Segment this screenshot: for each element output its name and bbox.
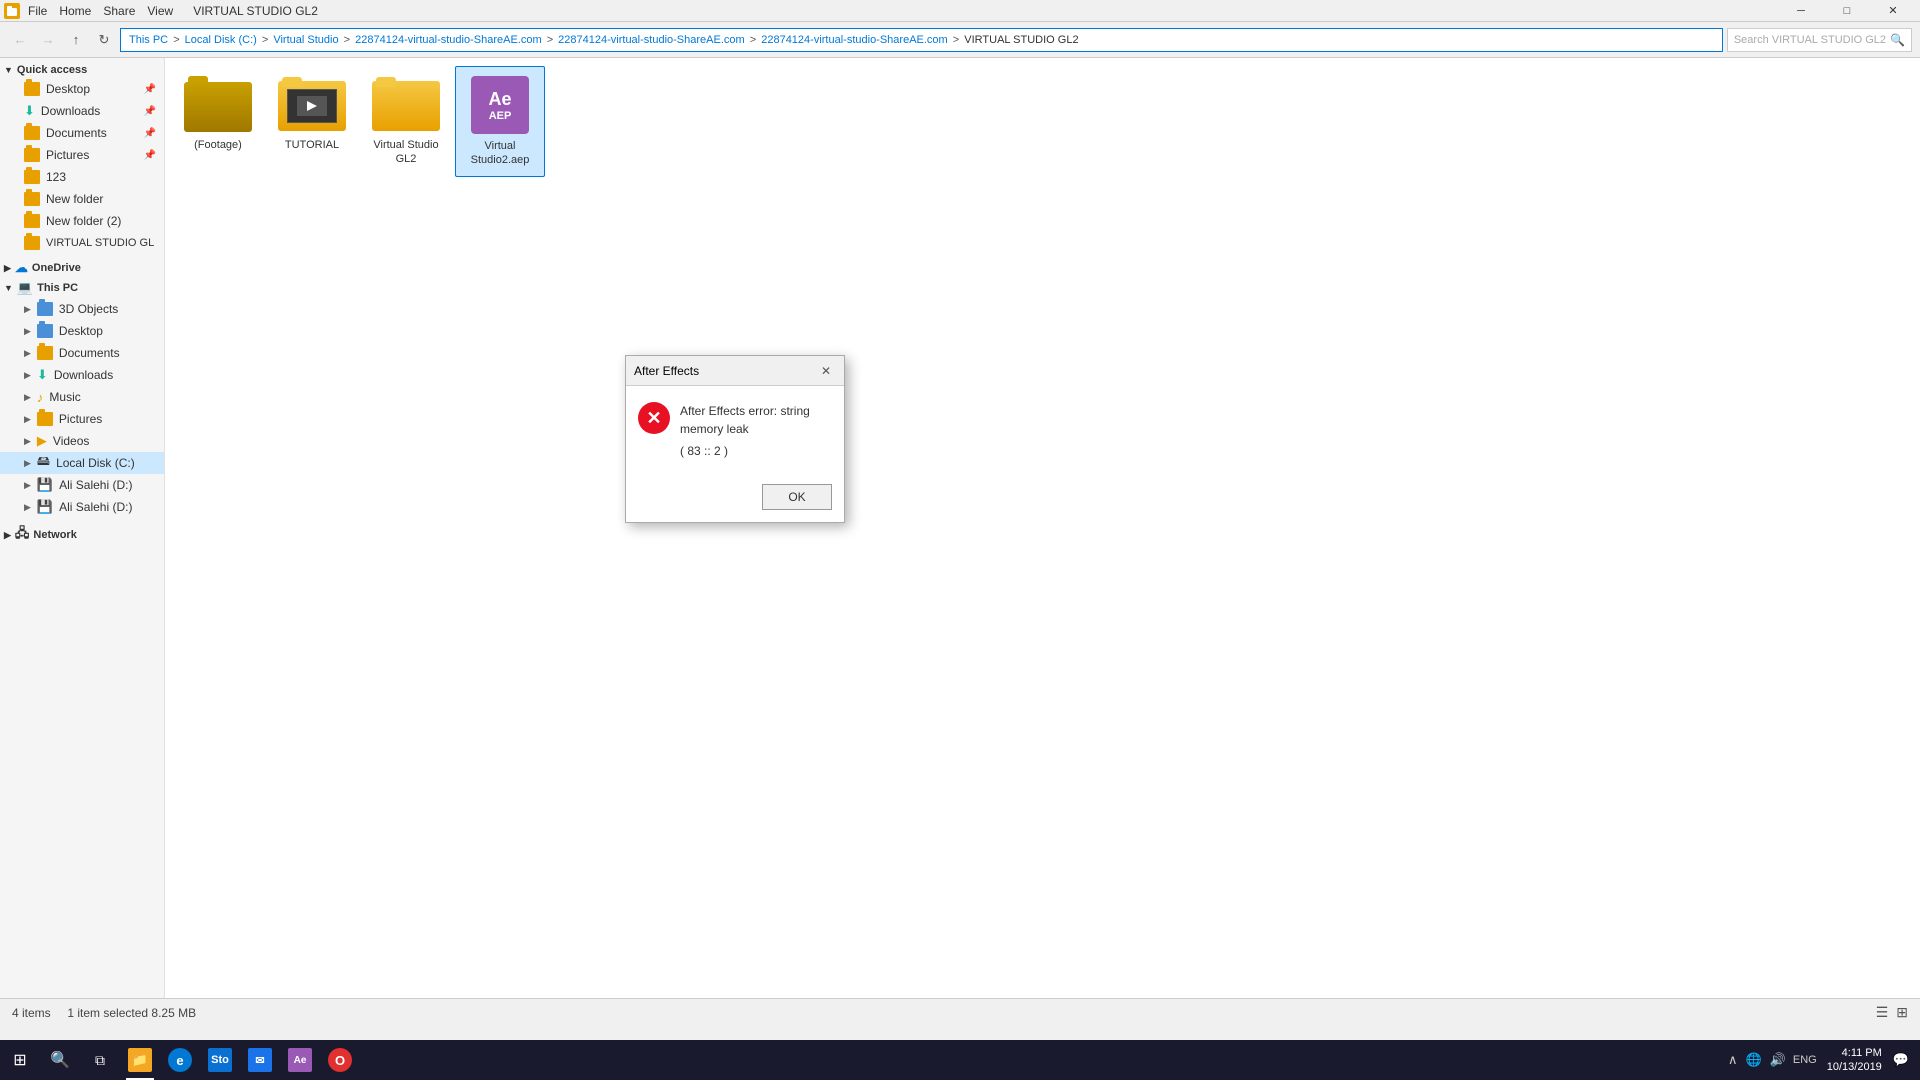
dialog-footer: OK xyxy=(626,476,844,522)
taskbar-right: ∧ 🌐 🔊 ENG 4:11 PM 10/13/2019 💬 xyxy=(1725,1046,1920,1075)
dialog-ok-button[interactable]: OK xyxy=(762,484,832,510)
dialog-error-code: ( 83 :: 2 ) xyxy=(680,442,832,460)
volume-icon[interactable]: 🔊 xyxy=(1767,1052,1789,1068)
windows-logo-icon: ⊞ xyxy=(13,1050,26,1070)
opera-icon: O xyxy=(328,1048,352,1072)
dialog-title-text: After Effects xyxy=(634,364,699,378)
edge-icon: e xyxy=(168,1048,192,1072)
store-icon: Sto xyxy=(208,1048,232,1072)
dialog-error-message: After Effects error: string memory leak xyxy=(680,402,832,438)
dialog-message-area: After Effects error: string memory leak … xyxy=(680,402,832,460)
keyboard-layout-icon: ENG xyxy=(1791,1054,1819,1066)
file-explorer-icon: 📁 xyxy=(128,1048,152,1072)
search-button[interactable]: 🔍 xyxy=(40,1040,80,1080)
error-icon: ✕ xyxy=(638,402,670,434)
notifications-icon[interactable]: 💬 xyxy=(1890,1052,1912,1068)
taskbar-store[interactable]: Sto xyxy=(200,1040,240,1080)
after-effects-icon: Ae xyxy=(288,1048,312,1072)
mail-icon: ✉ xyxy=(248,1048,272,1072)
taskbar-opera[interactable]: O xyxy=(320,1040,360,1080)
taskbar-time-value: 4:11 PM xyxy=(1827,1046,1882,1060)
hidden-icons-button[interactable]: ∧ xyxy=(1725,1052,1741,1068)
after-effects-dialog: After Effects ✕ ✕ After Effects error: s… xyxy=(625,355,845,523)
taskbar: ⊞ 🔍 ⧉ 📁 e Sto ✉ Ae O ∧ 🌐 xyxy=(0,1040,1920,1080)
dialog-body: ✕ After Effects error: string memory lea… xyxy=(626,386,844,476)
network-systray-icon[interactable]: 🌐 xyxy=(1743,1052,1765,1068)
dialog-title-bar: After Effects ✕ xyxy=(626,356,844,386)
modal-overlay: After Effects ✕ ✕ After Effects error: s… xyxy=(0,0,1920,1080)
taskbar-after-effects[interactable]: Ae xyxy=(280,1040,320,1080)
taskbar-mail[interactable]: ✉ xyxy=(240,1040,280,1080)
taskbar-date-value: 10/13/2019 xyxy=(1827,1060,1882,1074)
taskbar-clock[interactable]: 4:11 PM 10/13/2019 xyxy=(1821,1046,1888,1075)
task-view-button[interactable]: ⧉ xyxy=(80,1040,120,1080)
search-taskbar-icon: 🔍 xyxy=(50,1050,70,1070)
taskbar-file-explorer[interactable]: 📁 xyxy=(120,1040,160,1080)
dialog-close-button[interactable]: ✕ xyxy=(816,361,836,381)
task-view-icon: ⧉ xyxy=(95,1052,105,1069)
start-button[interactable]: ⊞ xyxy=(0,1040,40,1080)
taskbar-edge[interactable]: e xyxy=(160,1040,200,1080)
